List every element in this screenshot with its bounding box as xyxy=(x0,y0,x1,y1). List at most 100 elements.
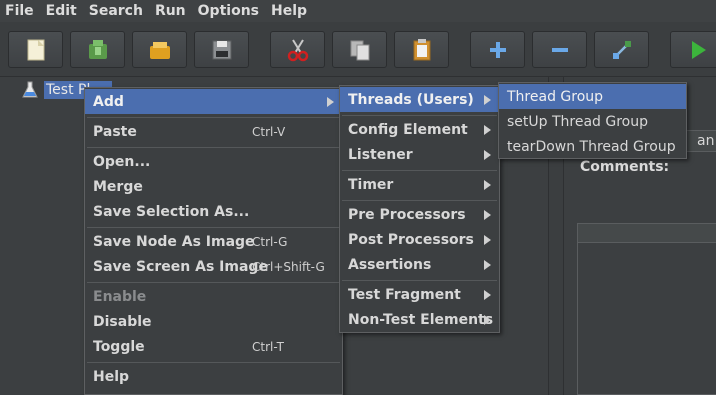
menu-separator xyxy=(87,227,340,228)
menu-item-save-node-image[interactable]: Save Node As Image Ctrl-G xyxy=(85,229,342,254)
start-button[interactable] xyxy=(670,31,716,68)
menu-options[interactable]: Options xyxy=(192,0,265,22)
add-submenu: Threads (Users) Config Element Listener … xyxy=(339,85,500,333)
menu-item-save-selection[interactable]: Save Selection As... xyxy=(85,199,342,224)
submenu-arrow-icon xyxy=(484,94,491,105)
cut-button[interactable] xyxy=(270,31,325,68)
menu-item-save-screen-image-label: Save Screen As Image xyxy=(93,258,268,275)
paste-icon xyxy=(413,38,430,60)
menu-item-toggle[interactable]: Toggle Ctrl-T xyxy=(85,334,342,359)
toolbar xyxy=(0,22,716,77)
menu-item-enable: Enable xyxy=(85,284,342,309)
save-button[interactable] xyxy=(194,31,249,68)
submenu-item-config-element-label: Config Element xyxy=(348,121,468,138)
menu-item-help-label: Help xyxy=(93,368,130,385)
toggle-icon xyxy=(612,40,631,59)
submenu-arrow-icon xyxy=(484,179,491,190)
menu-item-enable-label: Enable xyxy=(93,288,147,305)
templates-icon xyxy=(88,39,107,59)
menu-item-add[interactable]: Add xyxy=(85,89,342,114)
expand-button[interactable] xyxy=(470,31,525,68)
menu-separator xyxy=(87,147,340,148)
toggle-button[interactable] xyxy=(594,31,649,68)
properties-box xyxy=(577,223,716,395)
save-icon xyxy=(212,40,231,59)
open-icon xyxy=(149,41,170,59)
templates-button[interactable] xyxy=(70,31,125,68)
submenu-item-threads[interactable]: Threads (Users) xyxy=(340,87,499,112)
menu-item-merge-label: Merge xyxy=(93,178,143,195)
submenu-item-timer-label: Timer xyxy=(348,176,394,193)
open-button[interactable] xyxy=(132,31,187,68)
menu-item-open[interactable]: Open... xyxy=(85,149,342,174)
paste-button[interactable] xyxy=(394,31,449,68)
submenu-item-setup-thread-group-label: setUp Thread Group xyxy=(507,113,649,130)
submenu-arrow-icon xyxy=(484,209,491,220)
menu-bar: File Edit Search Run Options Help xyxy=(0,0,716,22)
submenu-item-non-test-elements[interactable]: Non-Test Elements xyxy=(340,307,499,332)
submenu-item-config-element[interactable]: Config Element xyxy=(340,117,499,142)
menu-run[interactable]: Run xyxy=(149,0,192,22)
shortcut-save-screen-image: Ctrl+Shift-G xyxy=(252,259,325,274)
submenu-item-post-processors[interactable]: Post Processors xyxy=(340,227,499,252)
menu-help[interactable]: Help xyxy=(265,0,313,22)
shortcut-save-node-image: Ctrl-G xyxy=(252,234,288,249)
collapse-icon xyxy=(551,47,568,52)
new-button[interactable] xyxy=(8,31,63,68)
submenu-item-threads-label: Threads (Users) xyxy=(348,91,474,108)
submenu-arrow-icon xyxy=(484,234,491,245)
submenu-item-pre-processors-label: Pre Processors xyxy=(348,206,466,223)
start-icon xyxy=(691,40,706,59)
menu-item-disable[interactable]: Disable xyxy=(85,309,342,334)
menu-edit[interactable]: Edit xyxy=(40,0,83,22)
name-field-text: an xyxy=(697,133,715,149)
submenu-item-non-test-elements-label: Non-Test Elements xyxy=(348,311,494,328)
menu-separator xyxy=(342,200,497,201)
menu-item-help[interactable]: Help xyxy=(85,364,342,389)
submenu-item-assertions-label: Assertions xyxy=(348,256,432,273)
submenu-item-thread-group[interactable]: Thread Group xyxy=(499,84,686,109)
copy-icon xyxy=(350,40,369,60)
copy-button[interactable] xyxy=(332,31,387,68)
submenu-item-teardown-thread-group[interactable]: tearDown Thread Group xyxy=(499,134,686,159)
submenu-arrow-icon xyxy=(484,314,491,325)
submenu-arrow-icon xyxy=(484,289,491,300)
menu-separator xyxy=(342,170,497,171)
menu-item-save-screen-image[interactable]: Save Screen As Image Ctrl+Shift-G xyxy=(85,254,342,279)
properties-box-header xyxy=(578,224,716,243)
submenu-item-timer[interactable]: Timer xyxy=(340,172,499,197)
menu-file[interactable]: File xyxy=(0,0,40,22)
menu-item-save-node-image-label: Save Node As Image xyxy=(93,233,255,250)
shortcut-toggle: Ctrl-T xyxy=(252,339,284,354)
menu-item-paste-label: Paste xyxy=(93,123,137,140)
menu-separator xyxy=(342,115,497,116)
submenu-item-teardown-thread-group-label: tearDown Thread Group xyxy=(507,138,676,155)
context-menu: Add Paste Ctrl-V Open... Merge Save Sele… xyxy=(84,87,343,395)
menu-item-save-selection-label: Save Selection As... xyxy=(93,203,250,220)
submenu-item-pre-processors[interactable]: Pre Processors xyxy=(340,202,499,227)
submenu-arrow-icon xyxy=(484,124,491,135)
menu-item-paste[interactable]: Paste Ctrl-V xyxy=(85,119,342,144)
menu-separator xyxy=(87,117,340,118)
submenu-item-listener[interactable]: Listener xyxy=(340,142,499,167)
menu-item-disable-label: Disable xyxy=(93,313,152,330)
menu-separator xyxy=(87,282,340,283)
expand-icon xyxy=(489,41,506,58)
new-icon xyxy=(27,39,44,60)
submenu-item-test-fragment[interactable]: Test Fragment xyxy=(340,282,499,307)
menu-separator xyxy=(87,362,340,363)
submenu-arrow-icon xyxy=(327,96,334,107)
submenu-item-setup-thread-group[interactable]: setUp Thread Group xyxy=(499,109,686,134)
comments-label: Comments: xyxy=(580,159,670,175)
menu-search[interactable]: Search xyxy=(83,0,149,22)
submenu-item-post-processors-label: Post Processors xyxy=(348,231,474,248)
threads-submenu: Thread Group setUp Thread Group tearDown… xyxy=(498,82,687,159)
submenu-item-test-fragment-label: Test Fragment xyxy=(348,286,461,303)
collapse-button[interactable] xyxy=(532,31,587,68)
menu-item-merge[interactable]: Merge xyxy=(85,174,342,199)
menu-separator xyxy=(342,280,497,281)
submenu-item-assertions[interactable]: Assertions xyxy=(340,252,499,277)
submenu-arrow-icon xyxy=(484,259,491,270)
menu-item-toggle-label: Toggle xyxy=(93,338,145,355)
submenu-item-thread-group-label: Thread Group xyxy=(507,88,604,105)
